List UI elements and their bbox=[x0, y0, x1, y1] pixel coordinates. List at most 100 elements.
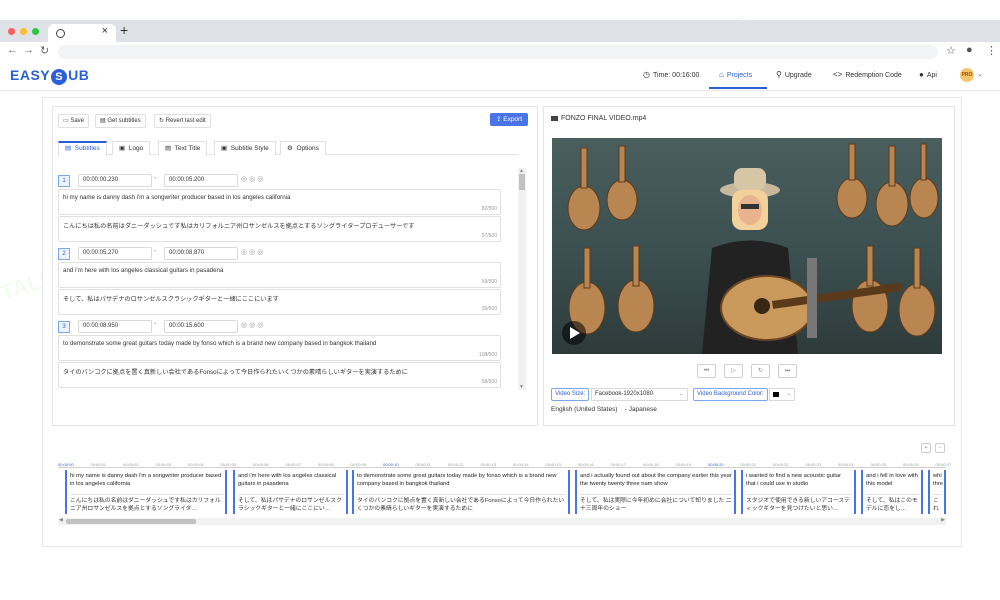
row-action-icons[interactable]: ◎◎◎ bbox=[241, 175, 265, 183]
scroll-down-icon[interactable]: ▼ bbox=[519, 384, 524, 390]
row-action-icons[interactable]: ◎◎◎ bbox=[241, 248, 265, 256]
export-button[interactable]: ⇪ Export bbox=[490, 113, 528, 126]
english-subtitle-text: to demonstrate some great guitars today … bbox=[63, 340, 377, 347]
save-button[interactable]: ▭ Save bbox=[58, 114, 90, 128]
tab-logo[interactable]: ▣ Logo bbox=[112, 141, 151, 155]
timeline-tick: 00:00:23 bbox=[805, 462, 822, 467]
close-window-dot[interactable] bbox=[8, 28, 15, 35]
minimize-window-dot[interactable] bbox=[20, 28, 27, 35]
end-time-input[interactable]: 00:00:08.870 bbox=[164, 247, 238, 260]
video-size-select[interactable]: Facebook-1920x1080 ⌄ bbox=[591, 388, 688, 401]
timeline-cue[interactable]: to demonstrate some great guitars today … bbox=[352, 470, 570, 514]
nav-redemption-code[interactable]: <> Redemption Code bbox=[833, 70, 902, 79]
subtitle-index[interactable]: 1 bbox=[58, 175, 70, 187]
pro-badge[interactable]: PRO bbox=[960, 68, 974, 82]
english-subtitle-field[interactable]: and i'm here with los angeles classical … bbox=[58, 262, 501, 288]
tab-subtitles[interactable]: ▤ Subtitles bbox=[58, 141, 107, 156]
color-swatch bbox=[773, 392, 779, 397]
timeline-cue[interactable]: whi thre これ bbox=[928, 470, 946, 514]
get-subtitles-button[interactable]: ▤ Get subtitles bbox=[95, 114, 146, 128]
subtitle-list-scrollbar[interactable]: ▲ ▼ bbox=[518, 168, 526, 390]
cue-japanese-text: これ bbox=[933, 494, 942, 513]
zoom-in-icon[interactable]: + bbox=[921, 443, 931, 453]
nav-projects-label: Projects bbox=[726, 72, 753, 79]
scroll-left-icon[interactable]: ◀ bbox=[59, 517, 63, 523]
timeline-cue[interactable]: hi my name is danny dash i'm a songwrite… bbox=[65, 470, 227, 514]
timeline-cue[interactable]: i wanted to find a new acoustic guitar t… bbox=[741, 470, 856, 514]
scroll-right-icon[interactable]: ▶ bbox=[941, 517, 945, 523]
japanese-subtitle-text: そして、私はパサデナのロサンゼルスクラシックギターと一緒にここにいます bbox=[63, 296, 279, 303]
replay-button[interactable]: ↻ bbox=[751, 364, 770, 378]
end-time-input[interactable]: 00:00:15.600 bbox=[164, 320, 238, 333]
profile-icon[interactable]: ● bbox=[966, 44, 973, 56]
video-camera-icon bbox=[551, 115, 558, 121]
english-subtitle-field[interactable]: hi my name is danny dash i'm a songwrite… bbox=[58, 189, 501, 215]
timeline-tick: 00:00:04 bbox=[188, 462, 204, 467]
timeline-tick: 00:00:14 bbox=[513, 462, 529, 467]
nav-api[interactable]: ● Api bbox=[919, 70, 937, 79]
browser-tab[interactable]: × bbox=[48, 24, 116, 42]
video-filename: FONZO FINAL VIDEO.mp4 bbox=[551, 115, 646, 122]
nav-upgrade[interactable]: ⚲ Upgrade bbox=[776, 70, 812, 79]
start-time-input[interactable]: 00:00:00.230 bbox=[78, 174, 152, 187]
new-tab-button[interactable]: + bbox=[120, 22, 128, 38]
subtitle-timeline[interactable]: 00:00:00 00:00:01 00:00:02 00:00:03 00:00:04… bbox=[58, 460, 951, 530]
language-pair: English (United States) - Japanese bbox=[551, 406, 657, 413]
cue-japanese-text: そして、私は実際に今年初めに会社について知りました 二十三周年のショー bbox=[580, 494, 732, 513]
bg-color-picker[interactable]: ⌄ bbox=[769, 388, 795, 401]
timeline-cue[interactable]: and i'm here with los angeles classical … bbox=[233, 470, 348, 514]
close-tab-icon[interactable]: × bbox=[102, 25, 108, 37]
timeline-cue[interactable]: and i actually found out about the compa… bbox=[575, 470, 736, 514]
easysub-logo[interactable]: EASY S UB bbox=[10, 67, 89, 85]
chevron-down-icon[interactable]: ⌄ bbox=[977, 70, 983, 78]
japanese-subtitle-field[interactable]: こんにちは私の名前はダニーダッシュです私はカリフォルニア州ロサンゼルスを拠点とす… bbox=[58, 216, 501, 242]
timeline-cue[interactable]: and i fell in love with this model そして、私は… bbox=[861, 470, 923, 514]
reload-icon[interactable]: ↻ bbox=[40, 44, 49, 57]
browser-menu-icon[interactable]: ⋮ bbox=[986, 44, 997, 57]
scrollbar-thumb[interactable] bbox=[519, 174, 525, 190]
forward-icon[interactable]: → bbox=[23, 44, 34, 56]
timeline-tick: 00:00:16 bbox=[578, 462, 594, 467]
export-label: Export bbox=[503, 116, 523, 123]
skip-forward-button[interactable]: ⏭ bbox=[778, 364, 797, 378]
maximize-window-dot[interactable] bbox=[32, 28, 39, 35]
start-time-input[interactable]: 00:00:08.950 bbox=[78, 320, 152, 333]
timeline-scrollbar[interactable]: ◀ ▶ bbox=[58, 517, 946, 525]
timeline-ruler[interactable]: 00:00:00 00:00:01 00:00:02 00:00:03 00:00:04… bbox=[58, 460, 951, 468]
subtitle-index[interactable]: 2 bbox=[58, 248, 70, 260]
video-player[interactable] bbox=[552, 138, 942, 354]
japanese-subtitle-field[interactable]: そして、私はパサデナのロサンゼルスクラシックギターと一緒にここにいます 35/5… bbox=[58, 289, 501, 315]
bookmark-star-icon[interactable]: ☆ bbox=[946, 44, 956, 57]
save-label: Save bbox=[70, 118, 85, 124]
nav-projects[interactable]: ⌂ Projects bbox=[719, 70, 752, 79]
end-time-input[interactable]: 00:00:05.200 bbox=[164, 174, 238, 187]
skip-back-button[interactable]: ⏮ bbox=[697, 364, 716, 378]
scrollbar-thumb[interactable] bbox=[66, 519, 196, 524]
english-subtitle-text: and i'm here with los angeles classical … bbox=[63, 267, 224, 274]
cue-english-text: and i actually found out about the compa… bbox=[580, 473, 732, 487]
github-icon: ● bbox=[919, 70, 924, 79]
play-button[interactable]: ▷ bbox=[724, 364, 743, 378]
japanese-subtitle-field[interactable]: タイのバンコクに拠点を置く真新しい会社であるFonsoによって今日作られたいくつ… bbox=[58, 362, 501, 388]
back-icon[interactable]: ← bbox=[7, 44, 18, 56]
timeline-tick: 00:00:11 bbox=[415, 462, 431, 467]
tab-text-title[interactable]: ▤ Text Title bbox=[158, 141, 208, 155]
revert-button[interactable]: ↻ Revert last edit bbox=[154, 114, 211, 128]
timeline-tick: 00:00:07 bbox=[285, 462, 302, 467]
timeline-tick: 00:00:24 bbox=[838, 462, 854, 467]
start-time-input[interactable]: 00:00:05.270 bbox=[78, 247, 152, 260]
cue-english-text: hi my name is danny dash i'm a songwrite… bbox=[70, 473, 222, 487]
english-subtitle-field[interactable]: to demonstrate some great guitars today … bbox=[58, 335, 501, 361]
chevron-down-icon: ⌄ bbox=[786, 391, 791, 397]
subtitle-index[interactable]: 3 bbox=[58, 321, 70, 333]
timeline-tick: 00:00:02 bbox=[123, 462, 139, 467]
get-subtitles-label: Get subtitles bbox=[107, 118, 141, 124]
tab-subtitle-style[interactable]: ▣ Subtitle Style bbox=[214, 141, 276, 155]
row-action-icons[interactable]: ◎◎◎ bbox=[241, 321, 265, 329]
address-bar[interactable] bbox=[58, 45, 938, 59]
timeline-tick: 00:00:08 bbox=[318, 462, 334, 467]
tab-options[interactable]: ⚙ Options bbox=[280, 141, 326, 155]
app-header: EASY S UB ◷ Time: 00:16:00 ⌂ Projects ⚲ Upgra… bbox=[0, 62, 1000, 91]
timeline-tick: 00:00:17 bbox=[610, 462, 627, 467]
zoom-out-icon[interactable]: − bbox=[935, 443, 945, 453]
